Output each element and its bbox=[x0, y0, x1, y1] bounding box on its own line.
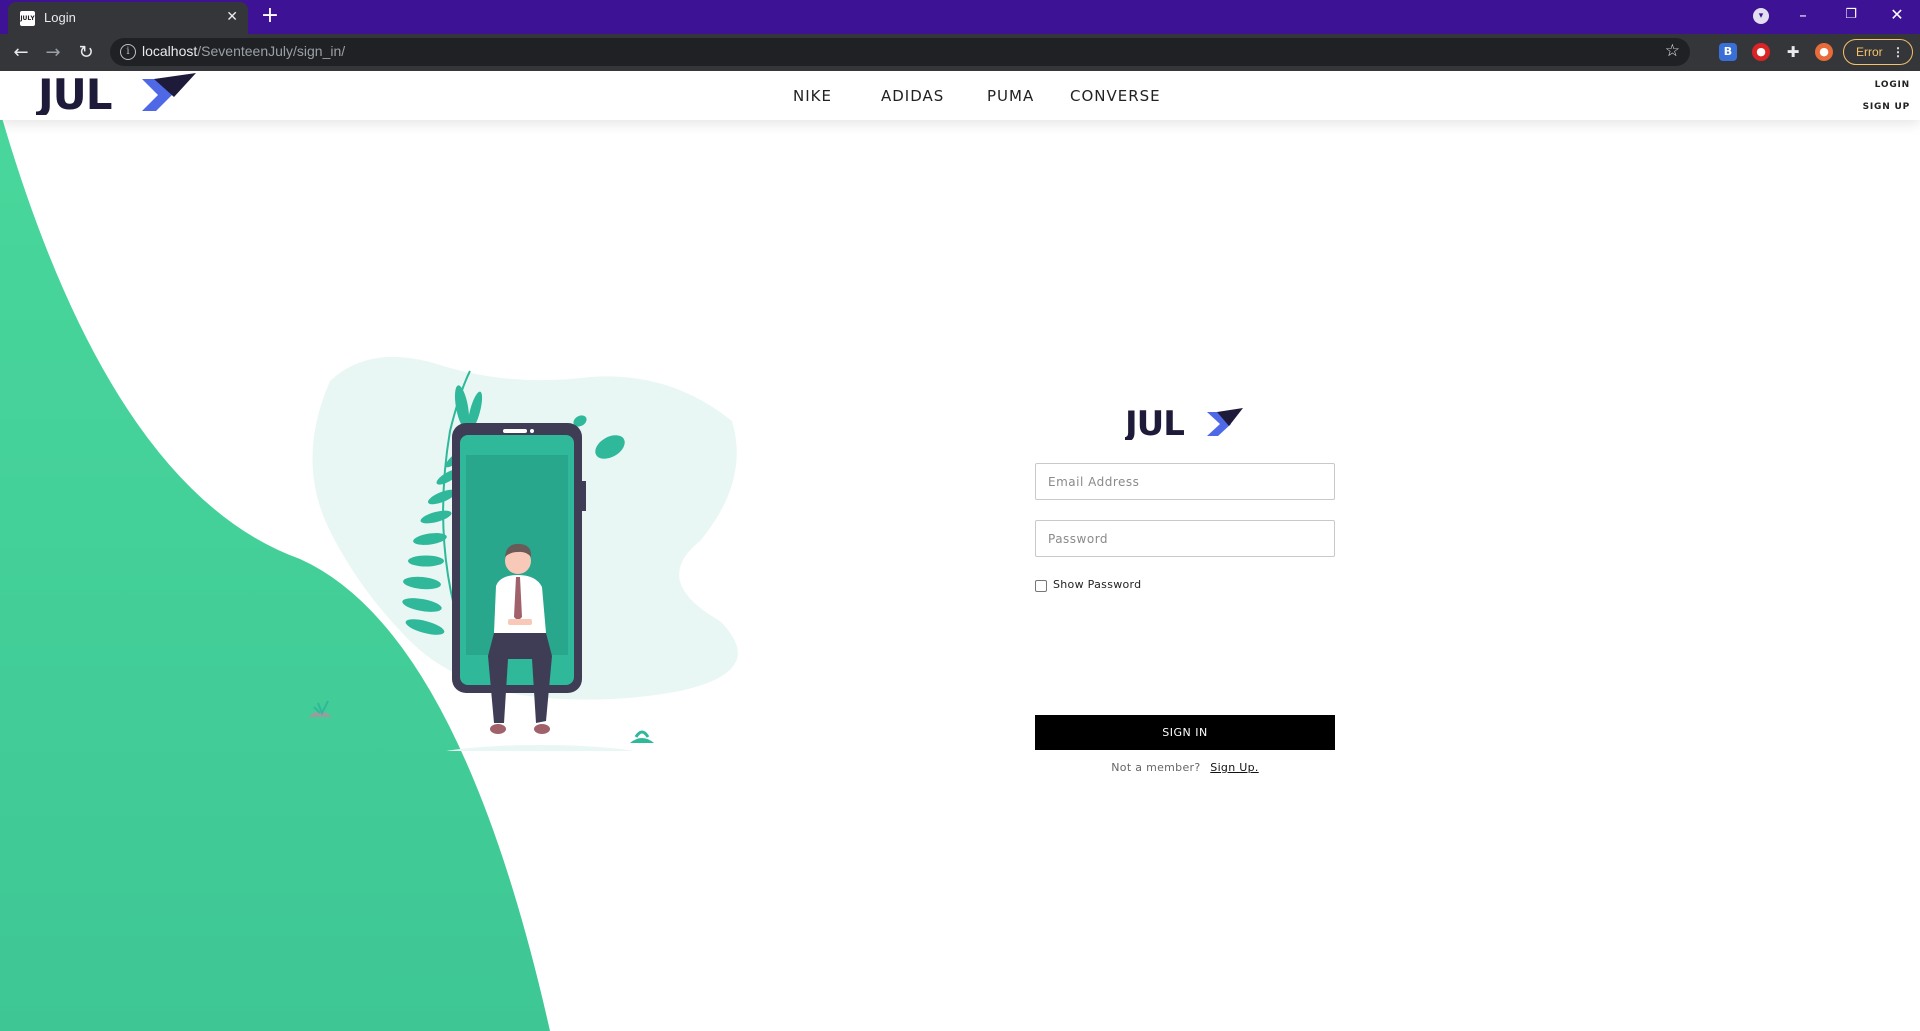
nav-item-puma[interactable]: PUMA bbox=[987, 87, 1034, 105]
error-chip-label: Error bbox=[1856, 45, 1883, 59]
tab-favicon-icon: JULY bbox=[20, 11, 35, 26]
url-host: localhost bbox=[142, 43, 198, 59]
extension-adblock-icon[interactable]: ● bbox=[1752, 43, 1770, 61]
password-field[interactable] bbox=[1035, 520, 1335, 557]
nav-item-converse[interactable]: CONVERSE bbox=[1070, 87, 1161, 105]
window-close-icon[interactable]: ✕ bbox=[1882, 4, 1912, 26]
signup-link[interactable]: Sign Up. bbox=[1210, 761, 1258, 774]
login-logo: JUL bbox=[1125, 404, 1243, 440]
bookmark-star-icon[interactable]: ☆ bbox=[1665, 41, 1680, 61]
email-field[interactable] bbox=[1035, 463, 1335, 500]
show-password-checkbox[interactable] bbox=[1035, 580, 1047, 592]
browser-toolbar: ← → ↻ i localhost/SeventeenJuly/sign_in/… bbox=[0, 34, 1920, 71]
show-password-label: Show Password bbox=[1053, 578, 1142, 591]
url-text[interactable]: localhost/SeventeenJuly/sign_in/ bbox=[142, 43, 345, 59]
extensions-puzzle-icon[interactable]: ✚ bbox=[1784, 43, 1802, 61]
extension-shield-icon[interactable]: B bbox=[1719, 43, 1737, 61]
signup-prompt: Not a member? Sign Up. bbox=[1035, 761, 1335, 774]
address-bar[interactable]: i localhost/SeventeenJuly/sign_in/ ☆ bbox=[110, 38, 1690, 66]
svg-text:JUL: JUL bbox=[1125, 404, 1184, 440]
login-illustration bbox=[308, 356, 738, 751]
signup-link-header[interactable]: SIGN UP bbox=[1863, 102, 1910, 112]
tab-title: Login bbox=[44, 10, 76, 25]
tab-close-icon[interactable]: ✕ bbox=[226, 8, 238, 26]
browser-tab-bar: JULY Login ✕ + ▾ – ❐ ✕ bbox=[0, 0, 1920, 34]
nav-item-nike[interactable]: NIKE bbox=[793, 87, 832, 105]
tab-search-icon[interactable]: ▾ bbox=[1753, 8, 1769, 24]
browser-tab[interactable]: JULY Login ✕ bbox=[8, 2, 248, 34]
restore-icon[interactable]: ❐ bbox=[1836, 4, 1866, 26]
ground-shadow bbox=[446, 745, 634, 751]
forward-icon[interactable]: → bbox=[40, 40, 66, 66]
browser-menu-icon[interactable]: ⋮ bbox=[1892, 40, 1904, 64]
back-icon[interactable]: ← bbox=[8, 40, 34, 66]
svg-text:JUL: JUL bbox=[36, 71, 112, 115]
member-prompt-text: Not a member? bbox=[1111, 761, 1201, 774]
sign-in-button[interactable]: SIGN IN bbox=[1035, 715, 1335, 750]
page: JUL NIKE ADIDAS PUMA CONVERSE LOGIN SIGN… bbox=[0, 71, 1920, 1031]
nav-item-adidas[interactable]: ADIDAS bbox=[881, 87, 944, 105]
brand-logo[interactable]: JUL bbox=[36, 71, 196, 115]
login-link[interactable]: LOGIN bbox=[1875, 80, 1910, 90]
minimize-icon[interactable]: – bbox=[1788, 4, 1818, 26]
error-chip[interactable]: Error ⋮ bbox=[1843, 39, 1913, 65]
reload-icon[interactable]: ↻ bbox=[73, 40, 99, 66]
url-path: /SeventeenJuly/sign_in/ bbox=[197, 43, 346, 59]
site-info-icon[interactable]: i bbox=[120, 44, 136, 60]
profile-avatar[interactable]: ● bbox=[1815, 43, 1833, 61]
site-header: JUL NIKE ADIDAS PUMA CONVERSE LOGIN SIGN… bbox=[0, 71, 1920, 120]
new-tab-icon[interactable]: + bbox=[258, 4, 282, 28]
